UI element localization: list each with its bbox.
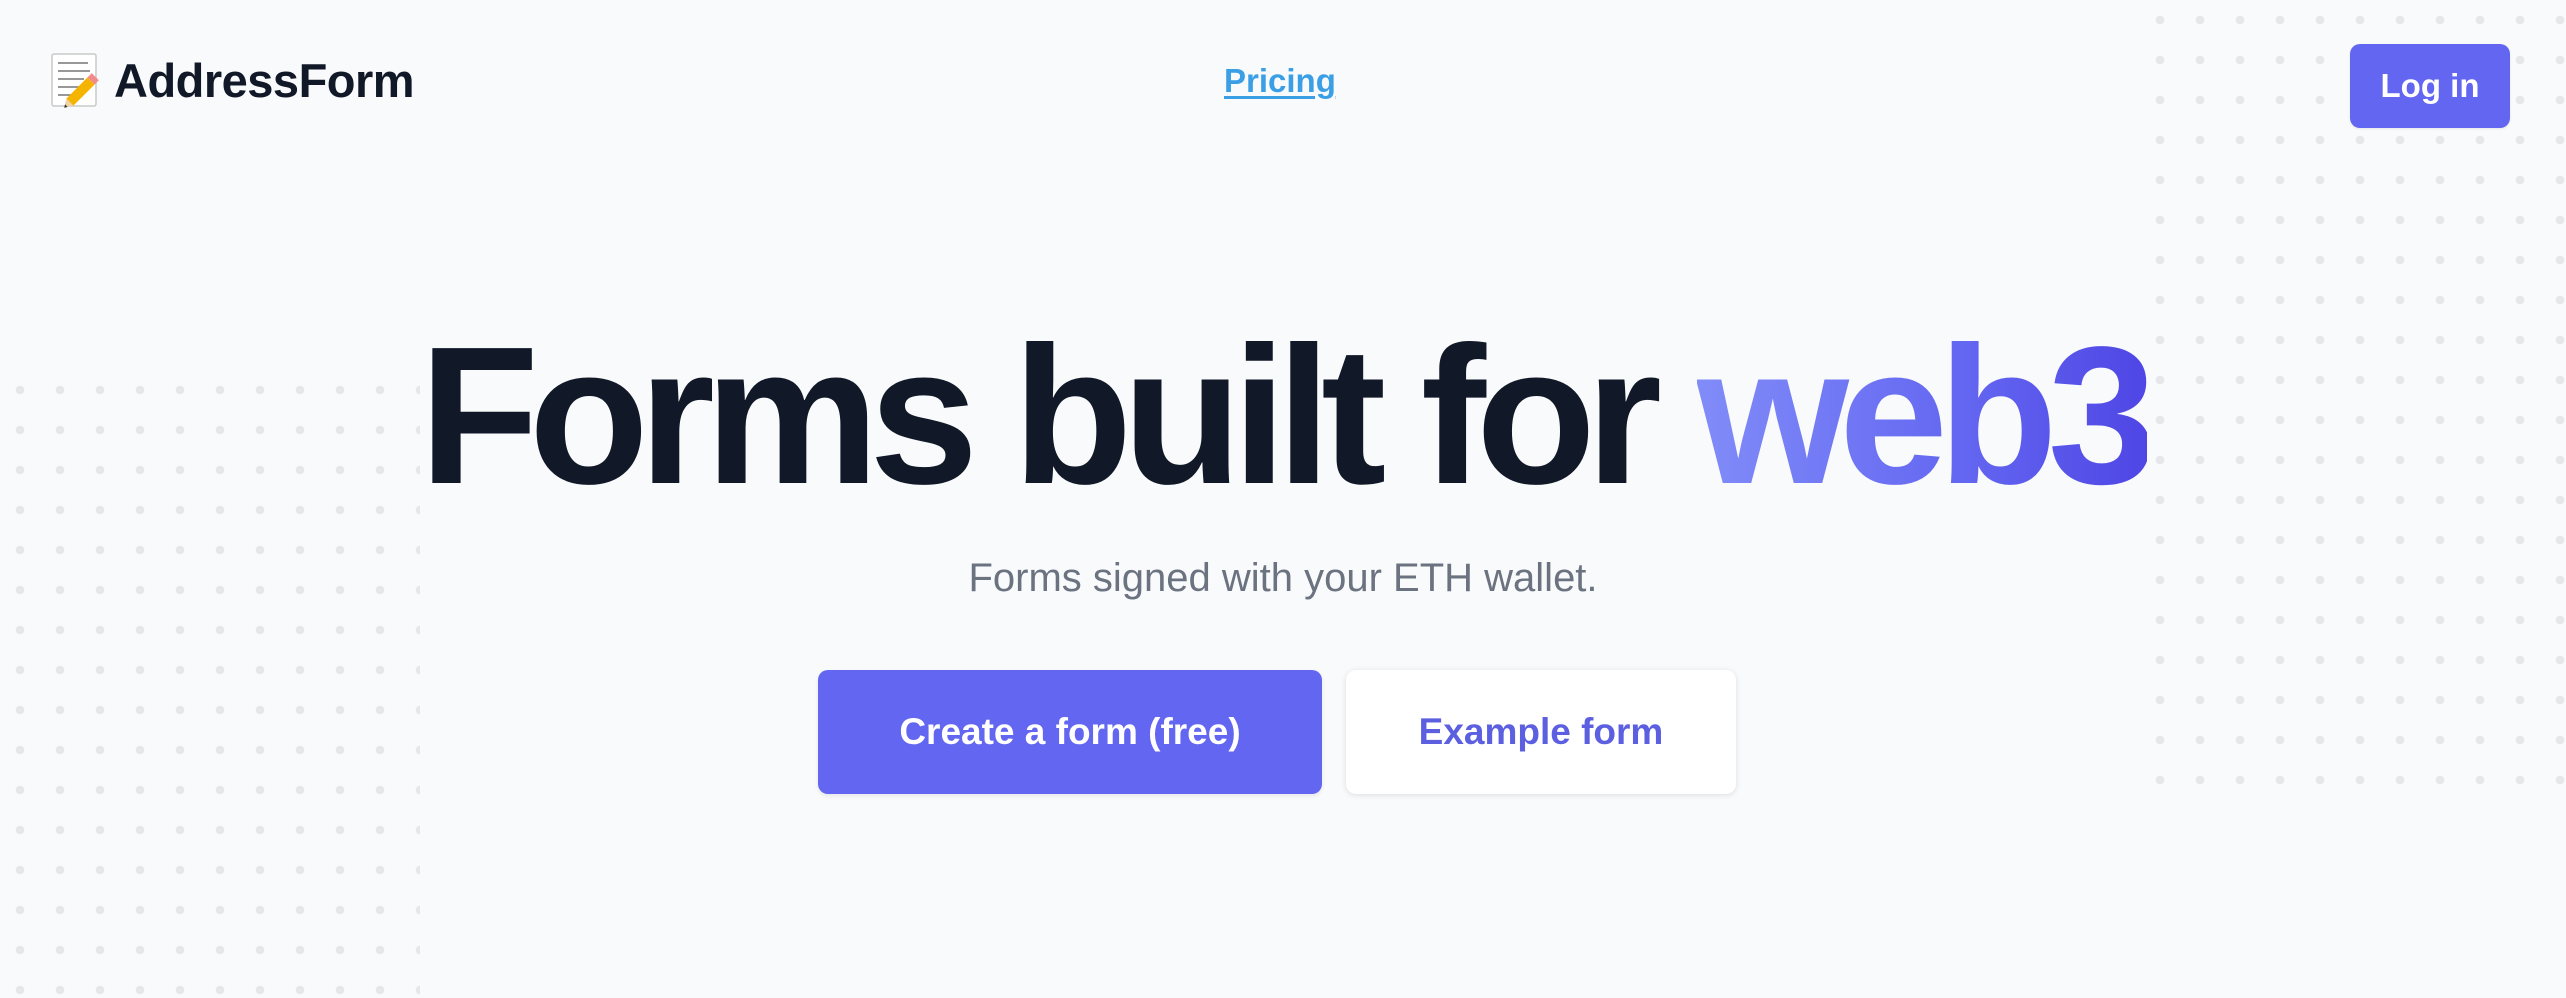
memo-icon: [51, 53, 99, 108]
hero-subtitle: Forms signed with your ETH wallet.: [968, 556, 1598, 600]
example-form-button[interactable]: Example form: [1346, 670, 1736, 794]
site-logo-text: AddressForm: [114, 53, 415, 107]
hero-title-accent: web3: [1696, 306, 2157, 525]
hero-title: Forms built for web3: [0, 318, 2566, 514]
site-logo[interactable]: AddressForm: [50, 50, 415, 110]
hero-title-main: Forms built for: [419, 306, 1662, 525]
create-form-button[interactable]: Create a form (free): [818, 670, 1322, 794]
login-button[interactable]: Log in: [2350, 44, 2510, 128]
landing-page: AddressForm Pricing Log in Forms built f…: [0, 0, 2566, 998]
nav-link-pricing[interactable]: Pricing: [1224, 62, 1336, 100]
